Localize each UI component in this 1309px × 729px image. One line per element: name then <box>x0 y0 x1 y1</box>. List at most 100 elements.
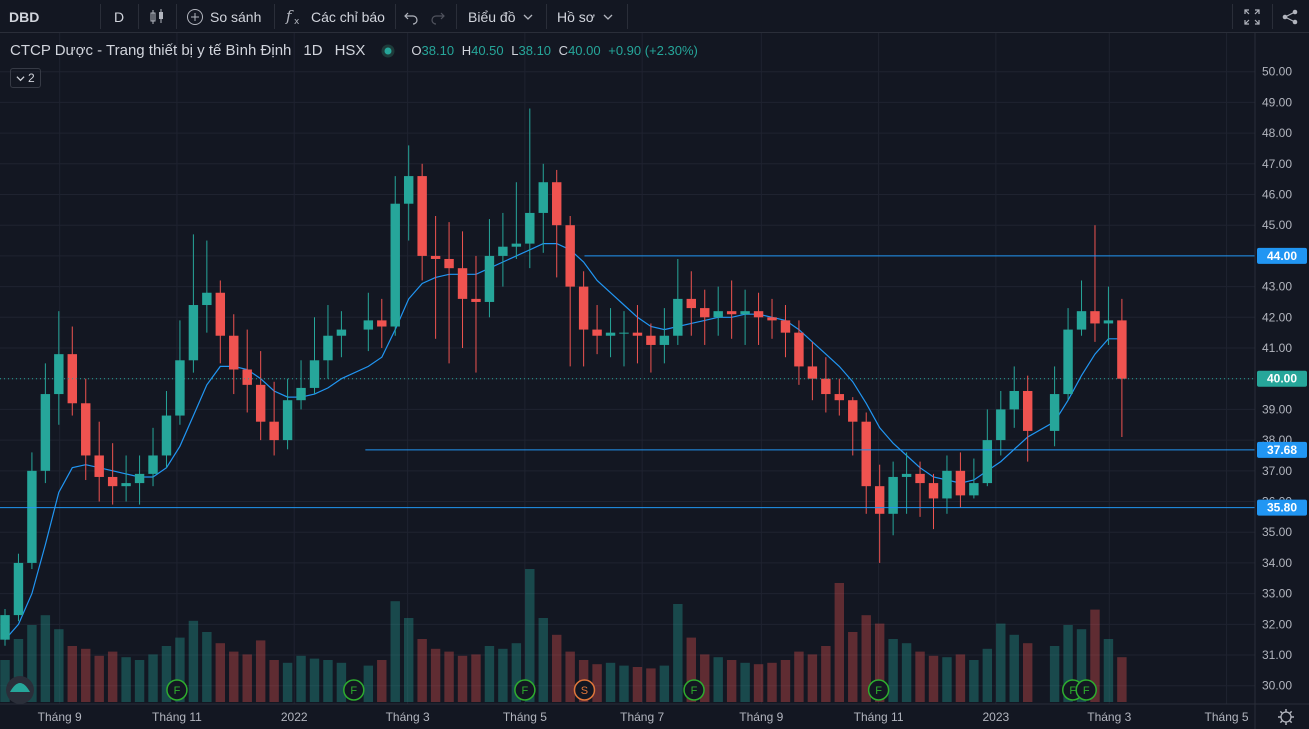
y-tick-label: 42.00 <box>1262 310 1292 324</box>
candle-body <box>565 225 575 287</box>
toolbar-divider <box>176 4 177 29</box>
low-value: 38.10 <box>518 43 552 58</box>
y-tick-label: 33.00 <box>1262 587 1292 601</box>
x-tick-label: Tháng 9 <box>739 710 783 724</box>
candle <box>457 231 468 349</box>
volume-bar <box>81 648 91 702</box>
volume-bar <box>229 651 239 702</box>
x-tick-label: Tháng 7 <box>620 710 664 724</box>
volume-bar <box>767 662 777 702</box>
volume-bar <box>188 620 199 702</box>
market-status-icon[interactable] <box>381 44 395 58</box>
candle-body <box>874 486 885 514</box>
candle-body <box>726 311 737 315</box>
candle-body <box>255 384 266 422</box>
candle-body <box>861 421 871 487</box>
volume-bar <box>1049 646 1060 702</box>
toolbar-divider <box>546 4 547 29</box>
candle-body <box>1009 390 1019 410</box>
toolbar-divider <box>395 4 396 29</box>
volume-bar <box>673 604 683 702</box>
candle-body <box>121 483 131 487</box>
candle-body <box>202 292 212 306</box>
fullscreen-button[interactable] <box>1243 0 1261 33</box>
candle-body <box>175 360 185 416</box>
y-tick-label: 43.00 <box>1262 280 1292 294</box>
compare-button[interactable]: So sánh <box>186 0 261 33</box>
undo-button[interactable] <box>403 0 419 33</box>
candle <box>511 182 522 259</box>
candle <box>161 390 172 468</box>
candle <box>861 412 871 514</box>
profile-dropdown[interactable]: Hồ sơ <box>557 0 613 33</box>
candle-body <box>740 311 750 315</box>
candle <box>982 409 993 487</box>
share-button[interactable] <box>1281 0 1299 33</box>
volume-bar <box>996 623 1006 702</box>
y-tick-label: 37.00 <box>1262 464 1292 478</box>
candle-body <box>1090 311 1100 324</box>
chart-type-dropdown[interactable]: Biểu đồ <box>468 0 533 33</box>
high-value: 40.50 <box>471 43 504 58</box>
candle-body <box>552 182 562 226</box>
close-label: C <box>558 43 569 58</box>
candle <box>673 258 683 345</box>
candle <box>969 458 979 499</box>
volume-bar <box>417 639 427 702</box>
candle-body <box>54 354 64 395</box>
candle-body <box>834 394 845 401</box>
x-tick-label: Tháng 9 <box>38 710 82 724</box>
price-level-label: 35.80 <box>1267 501 1297 515</box>
candle-body <box>0 615 10 640</box>
candle <box>484 219 495 318</box>
volume-bar <box>969 660 979 702</box>
candle <box>1090 225 1100 342</box>
toolbar-divider <box>1232 4 1233 29</box>
chart-type-label: Biểu đồ <box>468 8 516 25</box>
moving-average-line <box>4 243 1122 641</box>
candle <box>430 215 441 339</box>
candle <box>578 271 589 367</box>
chart-style-button[interactable] <box>148 0 166 33</box>
candle <box>592 305 602 355</box>
toolbar-divider <box>456 4 457 29</box>
indicators-button[interactable]: f x Các chỉ báo <box>285 0 385 33</box>
x-tick-label: 2022 <box>281 710 308 724</box>
candle-body <box>161 415 172 456</box>
volume-bar <box>713 657 723 702</box>
toolbar-divider <box>138 4 139 29</box>
y-tick-label: 31.00 <box>1262 648 1292 662</box>
candle-body <box>901 473 912 477</box>
volume-bar <box>592 664 602 702</box>
y-tick-label: 46.00 <box>1262 188 1292 202</box>
volume-bar <box>134 660 145 702</box>
candle <box>888 461 898 536</box>
candle <box>188 234 199 373</box>
candle-body <box>888 476 898 514</box>
candle-body <box>134 473 145 484</box>
x-tick-label: Tháng 11 <box>854 710 904 724</box>
candle <box>794 320 804 385</box>
svg-text:f: f <box>285 8 294 25</box>
price-chart[interactable]: FFFSFFFF50.0049.0048.0047.0046.0045.0044… <box>0 33 1309 729</box>
candle-body <box>444 258 454 269</box>
symbol-search-button[interactable]: DBD <box>9 0 39 33</box>
candle <box>67 326 77 416</box>
y-tick-label: 41.00 <box>1262 341 1292 355</box>
price-level-label: 44.00 <box>1267 249 1297 263</box>
volume-bar <box>848 632 858 702</box>
candle-body <box>686 298 696 309</box>
interval-button[interactable]: D <box>114 0 124 33</box>
open-value: 38.10 <box>421 43 455 58</box>
y-tick-label: 30.00 <box>1262 679 1292 693</box>
candle <box>309 317 320 395</box>
candle <box>377 298 387 349</box>
volume-bar <box>54 629 64 702</box>
candle-body <box>821 378 831 395</box>
candle <box>700 289 710 345</box>
volume-bar <box>552 634 562 702</box>
collapse-indicators-button[interactable]: 2 <box>10 68 41 88</box>
redo-button[interactable] <box>430 0 446 33</box>
volume-bar <box>323 660 333 702</box>
candle-body <box>27 470 37 563</box>
